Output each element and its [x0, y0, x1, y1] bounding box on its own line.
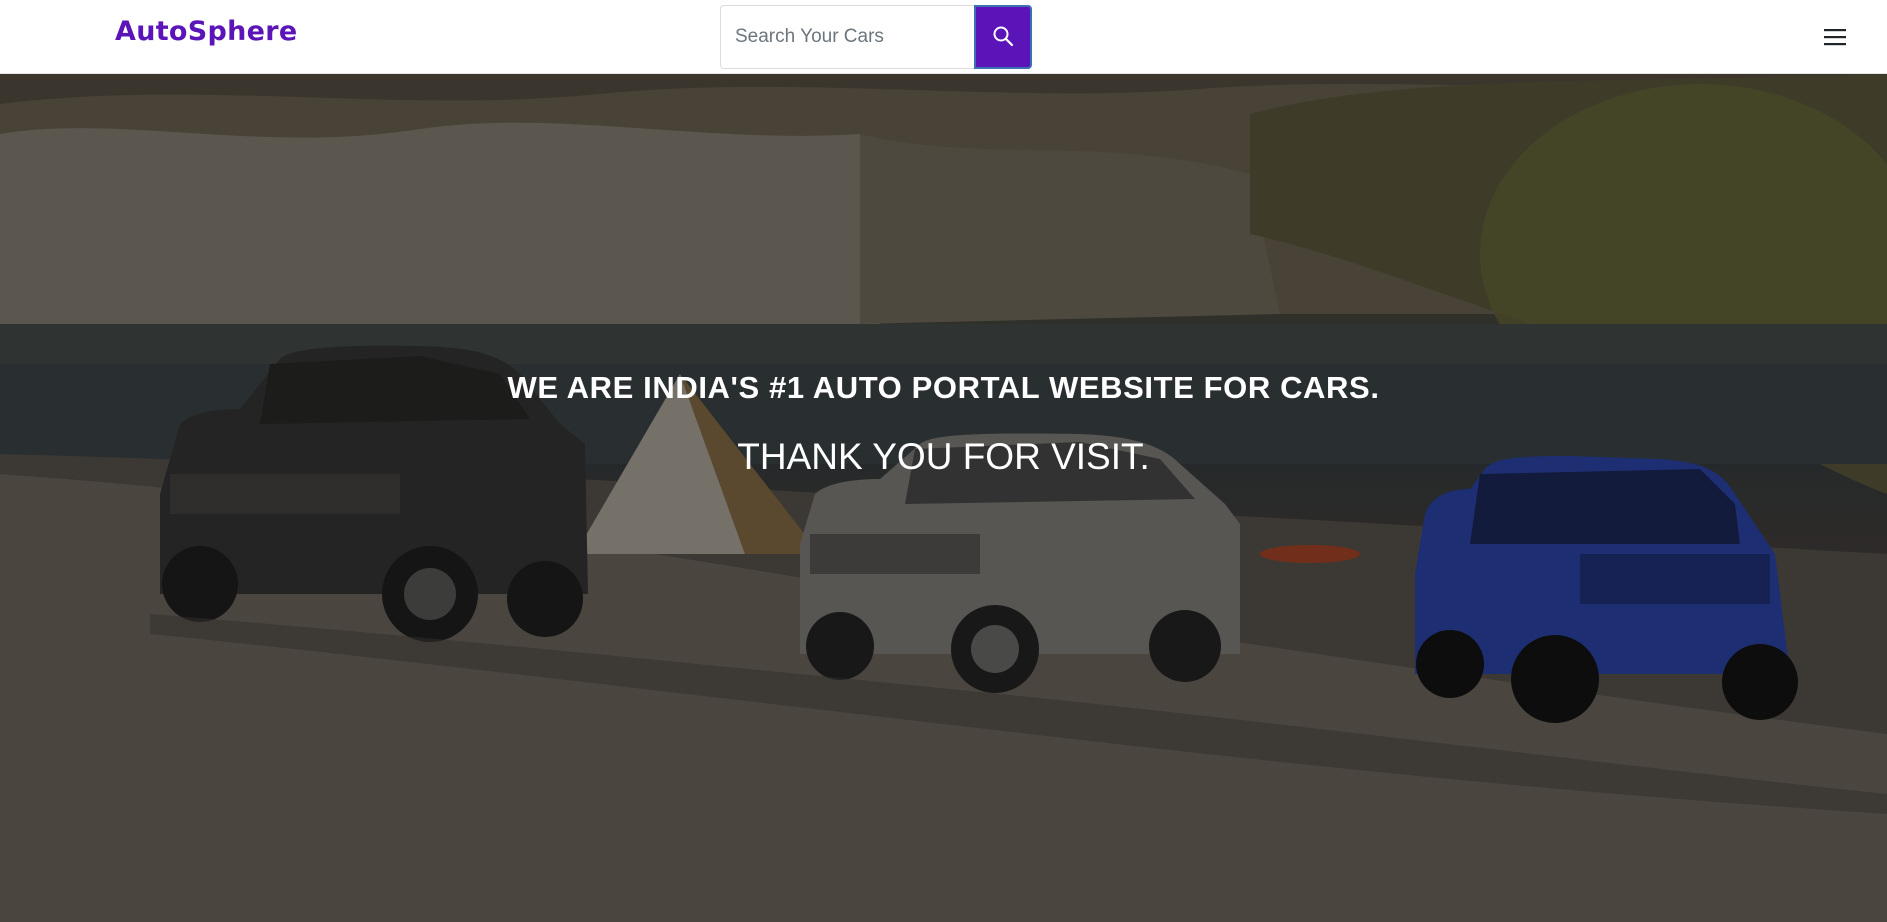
hero-banner: WE ARE INDIA'S #1 AUTO PORTAL WEBSITE FO…	[0, 74, 1887, 922]
menu-toggle-button[interactable]	[1820, 24, 1850, 52]
navbar: AutoSphere	[0, 0, 1887, 74]
hero-overlay	[0, 74, 1887, 922]
search-icon	[992, 25, 1014, 50]
search-input[interactable]	[720, 5, 974, 69]
search-form	[720, 5, 1032, 69]
hero-headline: WE ARE INDIA'S #1 AUTO PORTAL WEBSITE FO…	[507, 370, 1380, 405]
search-button[interactable]	[974, 5, 1032, 69]
hero-subline: THANK YOU FOR VISIT.	[737, 436, 1150, 477]
hamburger-menu-icon	[1823, 26, 1847, 51]
brand-logo[interactable]: AutoSphere	[115, 16, 298, 47]
